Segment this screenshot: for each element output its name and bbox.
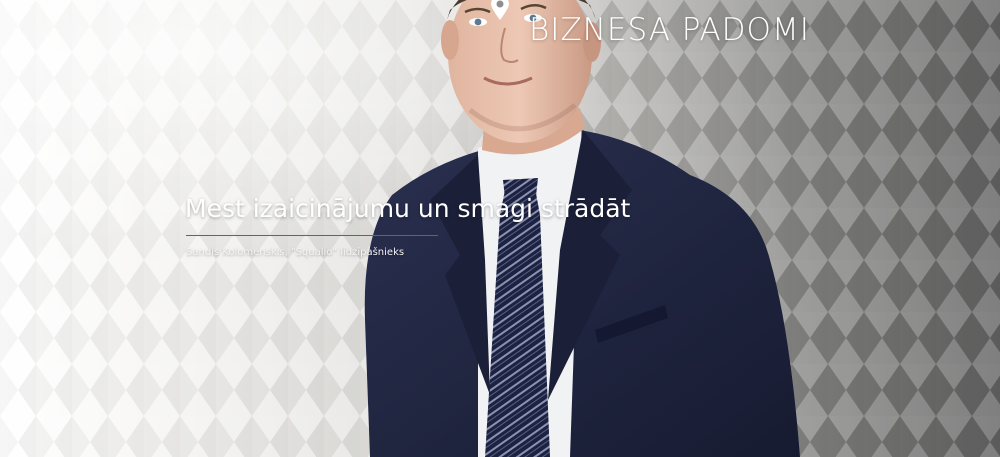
article-headline[interactable]: Mest izaicinājumu un smagi strādāt [185,194,630,223]
portrait-photo [364,0,800,457]
brand-header[interactable]: BIZNESA PADOMI [487,0,827,56]
article-byline: Sandis Kolomenskis, "Squalio" līdzīpašni… [186,247,405,258]
map-pin-icon [491,0,509,20]
hero-banner: BIZNESA PADOMI Mest izaicinājumu un smag… [0,0,1000,457]
headline-divider [186,235,438,236]
brand-title: BIZNESA PADOMI [529,12,810,48]
